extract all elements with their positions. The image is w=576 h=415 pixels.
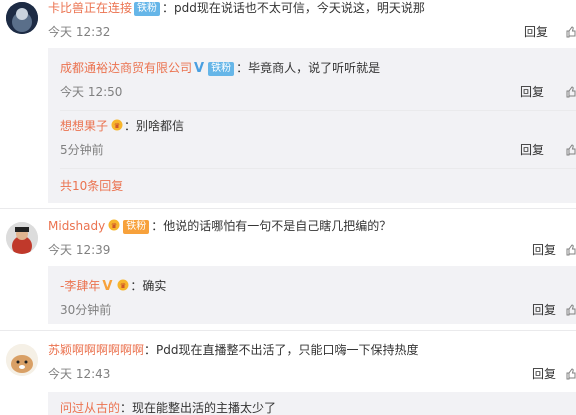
like-icon[interactable] <box>566 144 576 156</box>
reply-button[interactable]: 回复 <box>520 84 544 100</box>
timestamp: 今天 12:43 <box>48 367 111 381</box>
reply-body: 别啥都信 <box>136 119 185 133</box>
reply-button[interactable]: 回复 <box>532 366 556 382</box>
divider <box>60 110 576 111</box>
reply-text: 问过从古的：现在能整出活的主播太少了 <box>60 401 277 415</box>
vip-icon: ♛ <box>108 219 120 231</box>
timestamp: 今天 12:39 <box>48 243 111 257</box>
timestamp: 今天 12:50 <box>60 85 123 99</box>
svg-text:♛: ♛ <box>111 222 117 230</box>
reply-button[interactable]: 回复 <box>532 242 556 258</box>
reply-body: 现在能整出活的主播太少了 <box>132 401 277 415</box>
reply-button[interactable]: 回复 <box>532 302 556 318</box>
like-icon[interactable] <box>566 26 576 38</box>
vip-icon: ♛ <box>117 279 129 291</box>
comment-body: pdd现在说话也不太可信，今天说这，明天说那 <box>174 1 425 15</box>
timestamp: 5分钟前 <box>60 143 104 157</box>
reply-text: -李肆年 V ♛ ：确实 <box>60 279 167 294</box>
like-icon[interactable] <box>566 304 576 316</box>
reply-body: 确实 <box>142 279 167 293</box>
comment-text: 苏颖啊啊啊啊啊啊：Pdd现在直播整不出活了，只能口嗨一下保持热度 <box>48 343 419 357</box>
avatar[interactable] <box>6 344 38 376</box>
fan-badge: 铁粉 <box>208 62 235 76</box>
username[interactable]: Midshady <box>48 219 105 233</box>
divider <box>0 330 576 331</box>
username[interactable]: 成都通裕达商贸有限公司 <box>60 61 192 75</box>
reply-body: 毕竟商人，说了听听就是 <box>248 61 381 75</box>
username[interactable]: -李肆年 <box>60 279 100 293</box>
divider <box>60 168 576 169</box>
reply-box <box>48 266 576 324</box>
timestamp: 今天 12:32 <box>48 25 111 39</box>
username[interactable]: 苏颖啊啊啊啊啊啊 <box>48 343 144 357</box>
svg-text:♛: ♛ <box>114 122 120 130</box>
avatar[interactable] <box>6 2 38 34</box>
fan-badge: 铁粉 <box>123 220 150 234</box>
more-replies-link[interactable]: 共10条回复 <box>60 178 123 194</box>
username[interactable]: 卡比兽正在连接 <box>48 1 132 15</box>
svg-text:♛: ♛ <box>120 282 126 290</box>
reply-button[interactable]: 回复 <box>520 142 544 158</box>
reply-text: 想想果子 ♛ ：别啥都信 <box>60 119 185 133</box>
username[interactable]: 想想果子 <box>60 119 108 133</box>
reply-text: 成都通裕达商贸有限公司 V 铁粉 ：毕竟商人，说了听听就是 <box>60 61 381 76</box>
like-icon[interactable] <box>566 368 576 380</box>
avatar[interactable] <box>6 222 38 254</box>
comment-text: Midshady ♛ 铁粉 ：他说的话哪怕有一句不是自己瞎几把编的？ <box>48 219 392 234</box>
comment-body: 他说的话哪怕有一句不是自己瞎几把编的？ <box>163 219 392 233</box>
timestamp: 30分钟前 <box>60 303 112 317</box>
reply-button[interactable]: 回复 <box>524 24 548 40</box>
like-icon[interactable] <box>566 86 576 98</box>
verified-icon: V <box>194 61 205 76</box>
divider <box>0 208 576 209</box>
verified-icon: V <box>102 279 113 294</box>
comment-text: 卡比兽正在连接 铁粉 ：pdd现在说话也不太可信，今天说这，明天说那 <box>48 1 425 16</box>
like-icon[interactable] <box>566 244 576 256</box>
username[interactable]: 问过从古的 <box>60 401 120 415</box>
fan-badge: 铁粉 <box>134 2 161 16</box>
comment-body: Pdd现在直播整不出活了，只能口嗨一下保持热度 <box>156 343 419 357</box>
vip-icon: ♛ <box>111 119 123 131</box>
